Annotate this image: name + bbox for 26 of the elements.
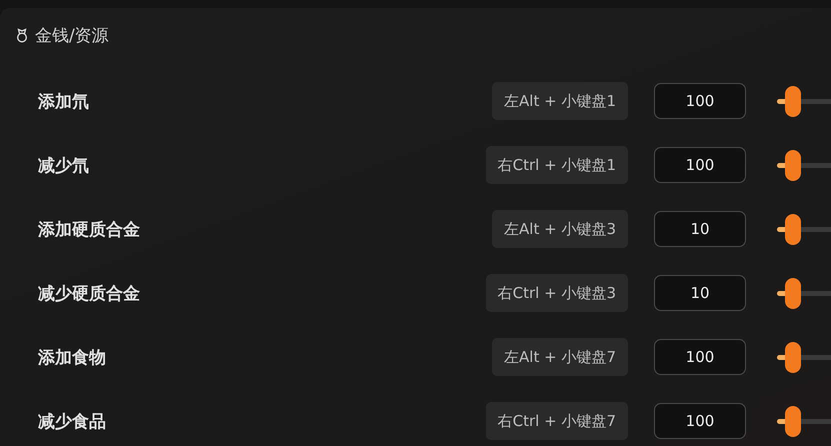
hotkey-button[interactable]: 左Alt + 小键盘3: [492, 210, 628, 248]
option-label: 添加硬质合金: [37, 218, 141, 240]
value-field[interactable]: 10: [654, 211, 746, 247]
slider-thumb[interactable]: [784, 342, 801, 372]
option-label: 减少氘: [37, 154, 90, 176]
hotkey-button[interactable]: 左Alt + 小键盘1: [492, 82, 628, 120]
slider-thumb[interactable]: [784, 406, 801, 436]
hotkey-button[interactable]: 左Alt + 小键盘7: [492, 338, 628, 376]
value-field[interactable]: 100: [654, 403, 746, 439]
option-label: 添加食物: [37, 346, 107, 368]
slider-thumb[interactable]: [784, 214, 801, 244]
option-label: 添加氘: [37, 90, 90, 112]
slider-thumb[interactable]: [784, 278, 801, 308]
value-field[interactable]: 100: [654, 83, 746, 119]
value-field[interactable]: 100: [654, 147, 746, 183]
value-field[interactable]: 10: [654, 275, 746, 311]
slider-thumb[interactable]: [784, 86, 801, 116]
money-bag-icon: [15, 27, 29, 43]
hotkey-button[interactable]: 右Ctrl + 小键盘1: [486, 146, 628, 184]
option-label: 减少食品: [37, 410, 107, 432]
slider-thumb[interactable]: [784, 150, 801, 180]
value-field[interactable]: 100: [654, 339, 746, 375]
option-label: 减少硬质合金: [37, 282, 141, 304]
hotkey-button[interactable]: 右Ctrl + 小键盘3: [486, 274, 628, 312]
hotkey-button[interactable]: 右Ctrl + 小键盘7: [486, 402, 628, 440]
section-title: 金钱/资源: [35, 24, 109, 46]
